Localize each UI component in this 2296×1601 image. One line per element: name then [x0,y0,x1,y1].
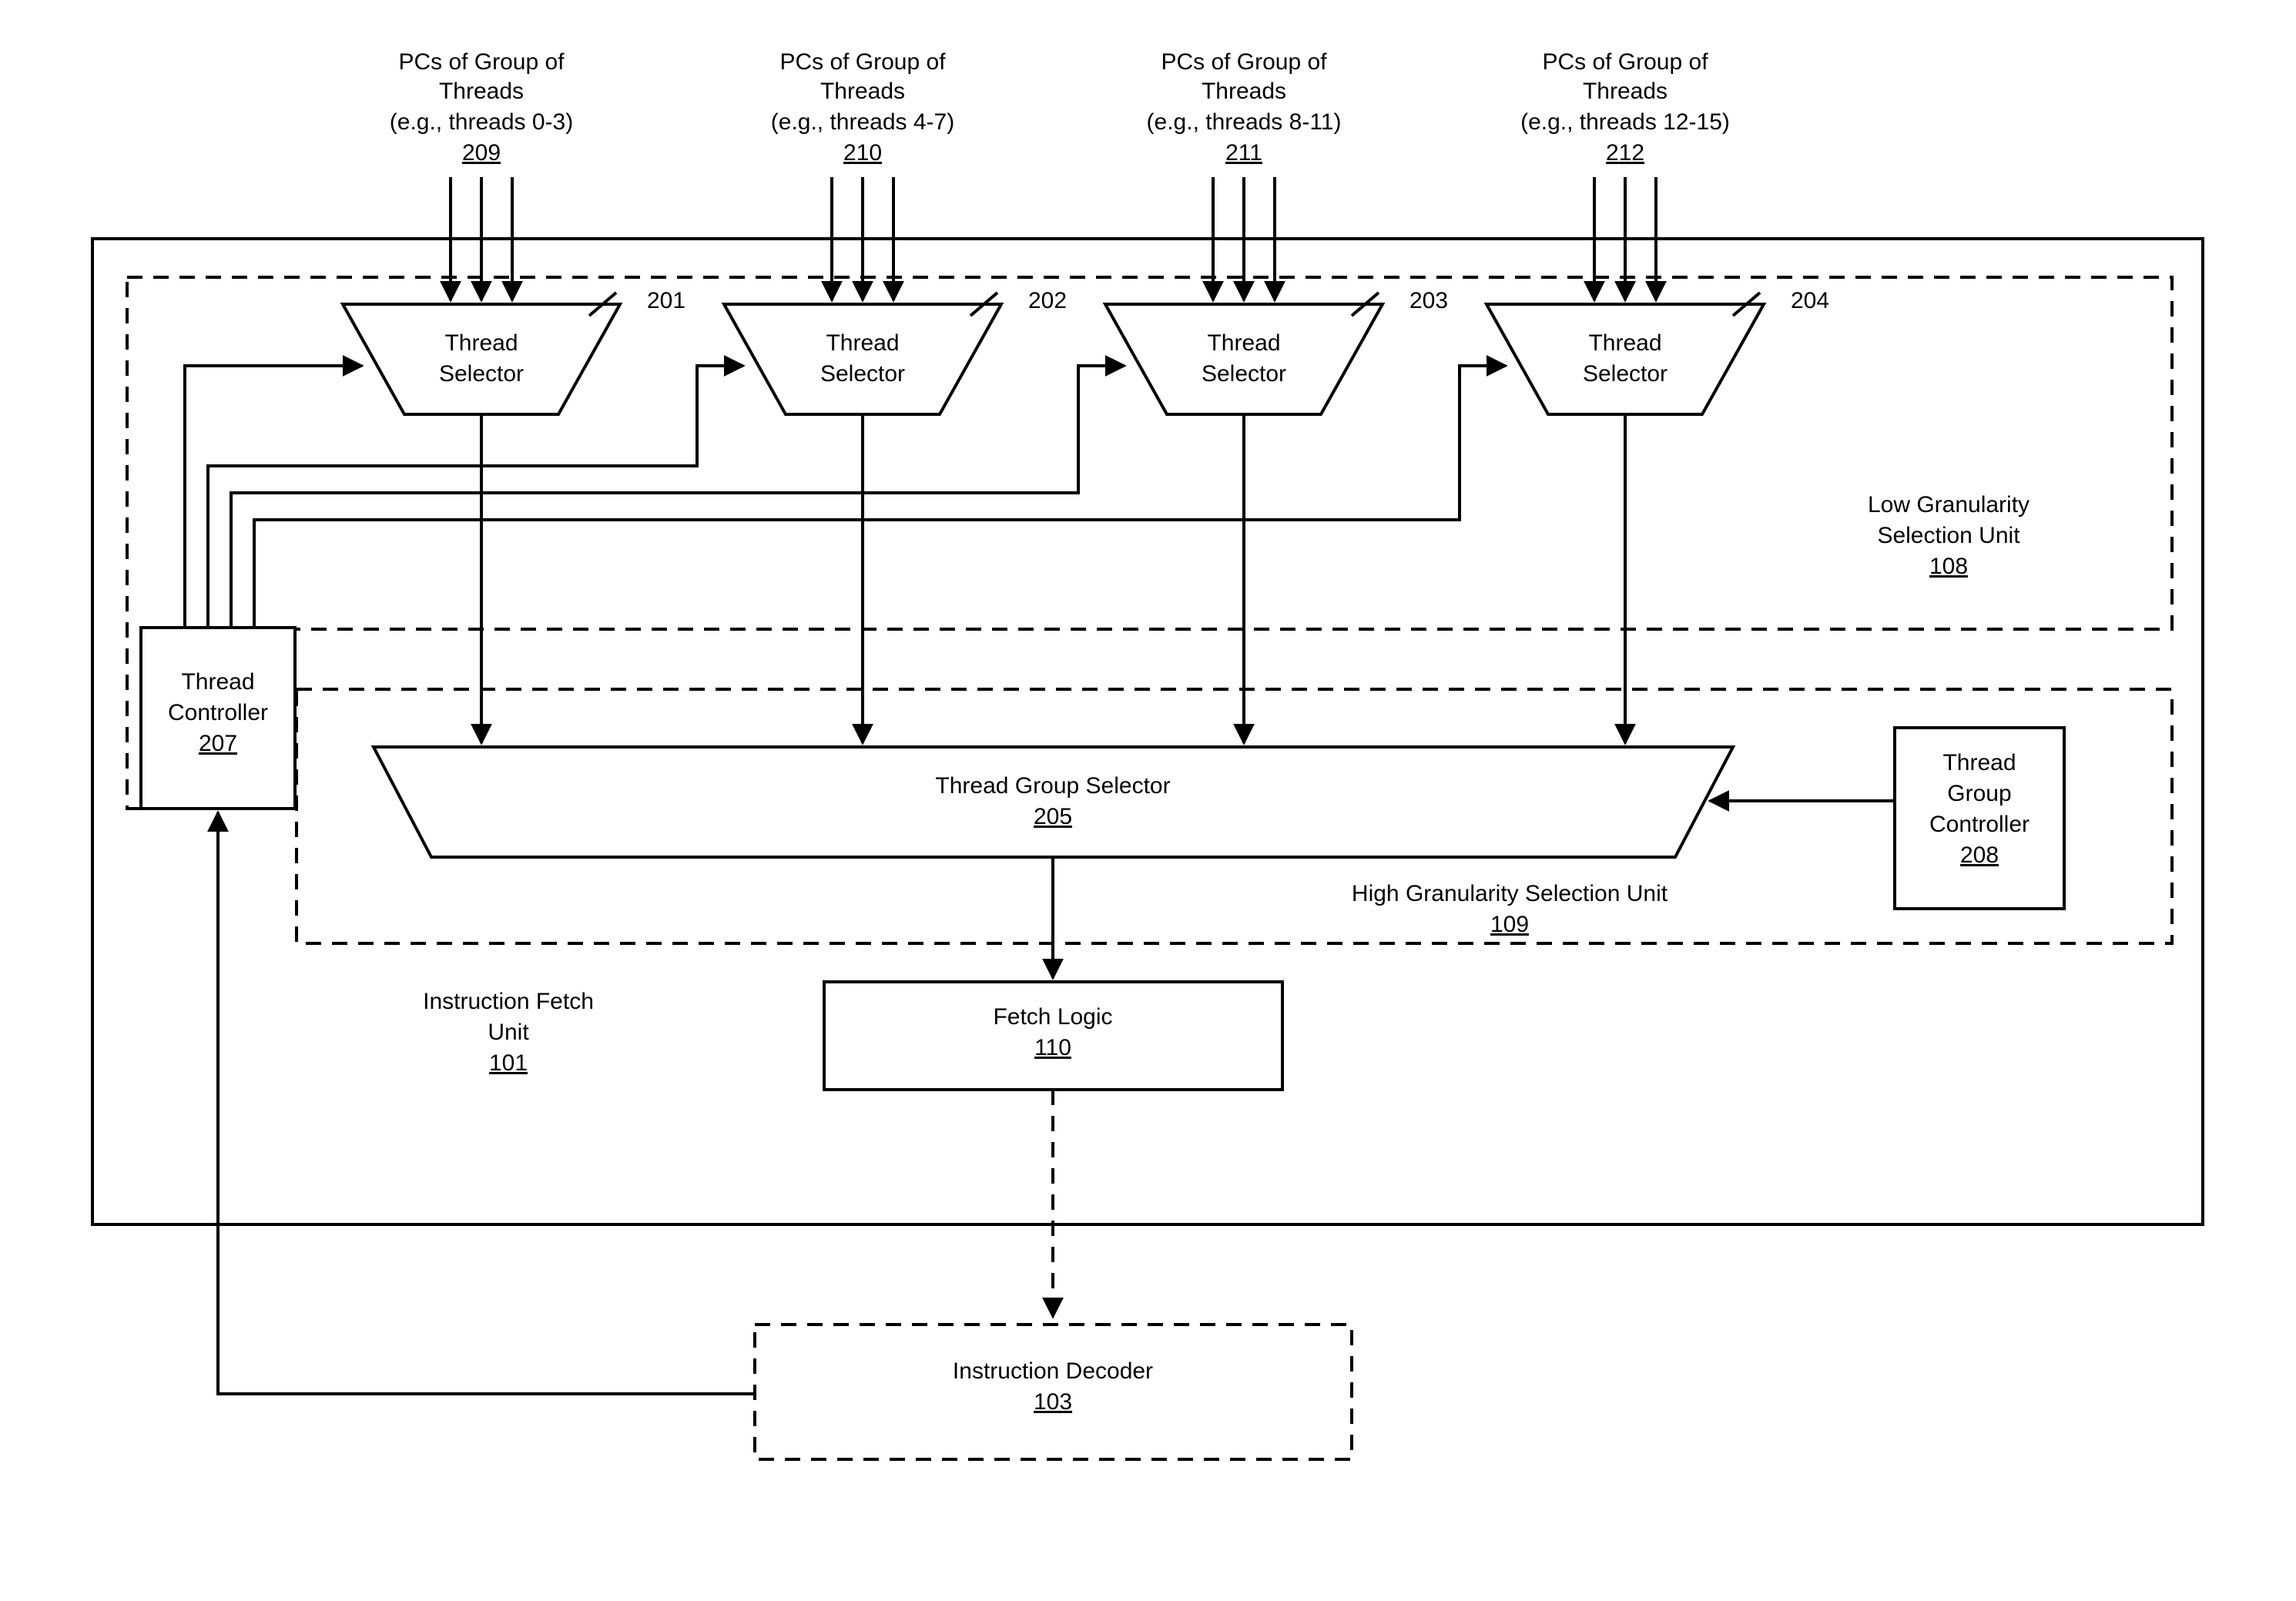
thread-selector-tag: 201 [647,288,685,313]
thread-selector-label2: Selector [1583,361,1668,387]
thread-selector-tag: 204 [1791,288,1829,313]
low-granularity-label-l2: Selection Unit [1877,523,2020,548]
pc-group-example: (e.g., threads 0-3) [390,109,573,135]
pc-group-2: PCs of Group of Threads (e.g., threads 8… [1147,49,1342,166]
thread-controller-l2: Controller [168,700,268,725]
thread-controller-ref: 207 [199,731,237,756]
thread-group-controller-l1: Thread [1942,750,2016,775]
thread-group-selector-ref: 205 [1034,804,1072,829]
thread-selector-label2: Selector [820,361,905,387]
thread-selector-tag: 202 [1028,288,1067,313]
thread-group-controller-l2: Group [1947,781,2011,806]
thread-selector-tag: 203 [1409,288,1448,313]
pc-group-title2: Threads [439,79,524,104]
pc-group-title2: Threads [820,79,905,104]
thread-selector-label2: Selector [439,361,524,387]
instruction-fetch-unit-l2: Unit [488,1020,529,1045]
instruction-fetch-unit-l1: Instruction Fetch [423,989,594,1014]
fetch-logic-label: Fetch Logic [993,1004,1112,1030]
pc-group-ref: 212 [1606,140,1644,166]
instruction-decoder-label: Instruction Decoder [953,1358,1153,1384]
pc-group-0: PCs of Group of Threads (e.g., threads 0… [390,49,573,166]
high-granularity-ref: 109 [1490,912,1529,937]
thread-selector-label2: Selector [1202,361,1286,387]
thread-selector-label: Thread [1588,330,1661,356]
pc-group-example: (e.g., threads 12-15) [1520,109,1730,135]
thread-selector-label: Thread [1207,330,1280,356]
pc-group-ref: 210 [843,140,882,166]
pc-group-title: PCs of Group of [1161,49,1327,75]
instruction-decoder-ref: 103 [1034,1389,1072,1415]
low-granularity-ref: 108 [1929,554,1968,579]
pc-group-ref: 211 [1225,140,1262,166]
thread-group-selector-label: Thread Group Selector [935,773,1170,799]
instruction-fetch-unit-ref: 101 [489,1050,528,1076]
pc-group-title: PCs of Group of [1542,49,1708,75]
pc-group-example: (e.g., threads 8-11) [1147,109,1342,135]
pc-group-title2: Threads [1202,79,1286,104]
high-granularity-label: High Granularity Selection Unit [1352,881,1668,906]
thread-group-controller-ref: 208 [1960,842,1999,868]
pc-group-3: PCs of Group of Threads (e.g., threads 1… [1520,49,1730,166]
pc-group-ref: 209 [462,140,501,166]
pc-group-1: PCs of Group of Threads (e.g., threads 4… [771,49,954,166]
thread-controller-l1: Thread [181,669,254,695]
pc-group-example: (e.g., threads 4-7) [771,109,954,135]
thread-group-selector [374,747,1733,857]
pc-group-title2: Threads [1583,79,1668,104]
thread-selector-label: Thread [826,330,899,356]
pc-group-title: PCs of Group of [398,49,565,75]
pc-group-title: PCs of Group of [779,49,946,75]
fetch-logic-ref: 110 [1034,1035,1071,1060]
thread-selector-label: Thread [444,330,518,356]
low-granularity-label-l1: Low Granularity [1868,492,2030,517]
thread-group-controller-l3: Controller [1929,812,2030,837]
